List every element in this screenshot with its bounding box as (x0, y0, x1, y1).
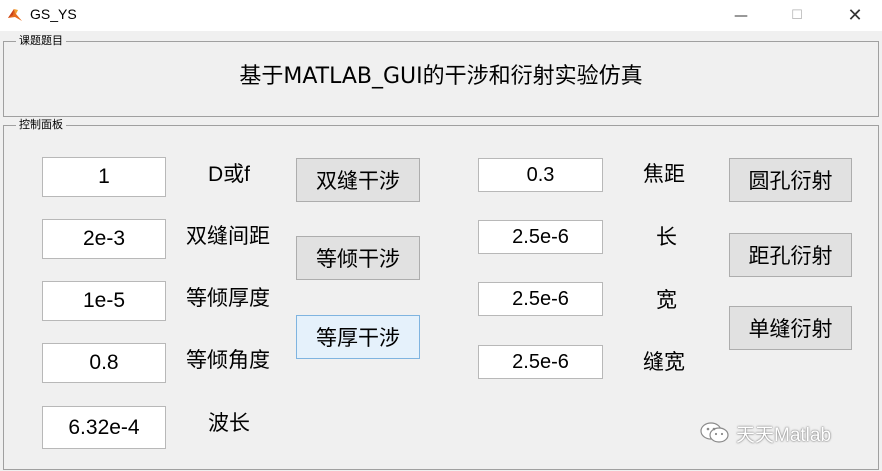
close-button[interactable]: ✕ (832, 0, 878, 31)
topic-title: 基于MATLAB_GUI的干涉和衍射实验仿真 (239, 64, 643, 89)
equal-incl-thickness-input[interactable]: 1e-5 (42, 281, 166, 321)
window-title: GS_YS (30, 6, 77, 22)
aperture-width-label: 宽 (656, 288, 677, 312)
rectangular-aperture-diffraction-button[interactable]: 距孔衍射 (729, 233, 852, 277)
topic-panel: 课题题目 基于MATLAB_GUI的干涉和衍射实验仿真 (3, 34, 879, 117)
slit-width-label: 缝宽 (643, 350, 685, 374)
wavelength-label: 波长 (208, 411, 250, 435)
slit-spacing-input[interactable]: 2e-3 (42, 219, 166, 259)
watermark: 天天Matlab (700, 420, 831, 446)
aperture-length-label: 长 (656, 225, 677, 249)
control-panel-legend: 控制面板 (16, 118, 66, 132)
wavelength-input[interactable]: 6.32e-4 (42, 406, 166, 449)
slit-spacing-label: 双缝间距 (186, 224, 270, 248)
equal-inclination-interference-button[interactable]: 等倾干涉 (296, 236, 420, 280)
minimize-button[interactable]: — (718, 0, 764, 31)
d-or-f-label: D或f (208, 163, 250, 186)
d-or-f-input[interactable]: 1 (42, 157, 166, 197)
equal-incl-thickness-label: 等倾厚度 (186, 286, 270, 310)
single-slit-diffraction-button[interactable]: 单缝衍射 (729, 306, 852, 350)
maximize-button[interactable]: ☐ (774, 0, 820, 31)
matlab-icon (8, 9, 22, 21)
circular-aperture-diffraction-button[interactable]: 圆孔衍射 (729, 158, 852, 202)
double-slit-interference-button[interactable]: 双缝干涉 (296, 158, 420, 202)
equal-incl-angle-input[interactable]: 0.8 (42, 343, 166, 383)
equal-thickness-interference-button[interactable]: 等厚干涉 (296, 315, 420, 359)
focal-length-label: 焦距 (643, 162, 685, 186)
aperture-length-input[interactable]: 2.5e-6 (478, 220, 603, 254)
watermark-text: 天天Matlab (736, 424, 832, 446)
focal-length-input[interactable]: 0.3 (478, 158, 603, 192)
title-bar: GS_YS — ☐ ✕ (0, 0, 882, 31)
slit-width-input[interactable]: 2.5e-6 (478, 345, 603, 379)
topic-panel-legend: 课题题目 (16, 34, 66, 48)
wechat-icon (700, 422, 729, 443)
equal-incl-angle-label: 等倾角度 (186, 348, 270, 372)
aperture-width-input[interactable]: 2.5e-6 (478, 282, 603, 316)
